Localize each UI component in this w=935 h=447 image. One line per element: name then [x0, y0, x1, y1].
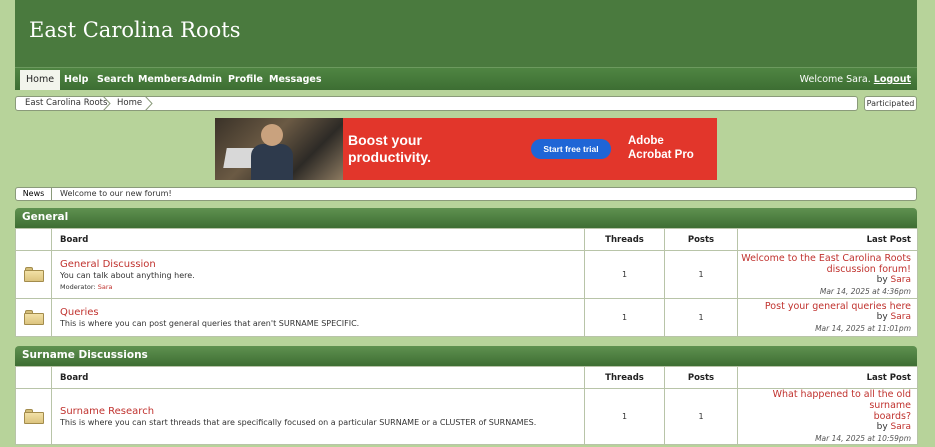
table-row: General Discussion You can talk about an…: [15, 250, 918, 299]
site-title[interactable]: East Carolina Roots: [29, 18, 240, 42]
board-link[interactable]: General Discussion: [60, 259, 156, 270]
thread-count: 1: [584, 298, 665, 337]
breadcrumb-item-home[interactable]: Home: [117, 97, 142, 110]
last-post-date: Mar 14, 2025 at 10:59pm: [815, 434, 911, 443]
column-posts: Posts: [664, 228, 738, 251]
last-post-author: by Sara: [876, 274, 911, 285]
last-post-user-link[interactable]: Sara: [891, 422, 911, 432]
table-header: Board Threads Posts Last Post: [15, 228, 918, 251]
thread-count: 1: [584, 388, 665, 445]
site-header: East Carolina Roots: [15, 0, 917, 67]
last-post-user-link[interactable]: Sara: [891, 275, 911, 285]
folder-icon: [23, 310, 44, 325]
last-post-link[interactable]: Welcome to the East Carolina Roots discu…: [738, 253, 911, 275]
logout-link[interactable]: Logout: [874, 74, 911, 85]
board-description: This is where you can post general queri…: [60, 319, 360, 328]
category-general: General Board Threads Posts Last Post Ge…: [15, 208, 918, 337]
main-nav: Home Help Search Members Admin Profile M…: [15, 67, 917, 90]
advertisement-banner[interactable]: Boost your productivity. Start free tria…: [215, 118, 717, 180]
participated-button[interactable]: Participated: [864, 96, 917, 111]
moderator-line: Moderator: Sara: [60, 282, 113, 291]
chevron-right-icon: [102, 96, 111, 111]
table-header: Board Threads Posts Last Post: [15, 366, 918, 389]
last-post-date: Mar 14, 2025 at 4:36pm: [819, 286, 911, 296]
last-post-user-link[interactable]: Sara: [891, 312, 911, 322]
post-count: 1: [664, 298, 738, 337]
folder-icon: [23, 409, 44, 424]
board-table: Board Threads Posts Last Post Surname Re…: [15, 366, 918, 445]
last-post-link[interactable]: What happened to all the old surname boa…: [738, 389, 911, 422]
news-label: News: [16, 188, 52, 200]
column-posts: Posts: [664, 366, 738, 389]
board-link[interactable]: Queries: [60, 307, 99, 318]
news-bar: News Welcome to our new forum!: [15, 187, 917, 201]
ad-brand-logo: Adobe Acrobat Pro: [628, 135, 694, 161]
board-description: This is where you can start threads that…: [60, 418, 537, 427]
last-post-date: Mar 14, 2025 at 11:01pm: [815, 324, 911, 333]
nav-home[interactable]: Home: [20, 70, 61, 90]
category-surname-discussions: Surname Discussions Board Threads Posts …: [15, 346, 918, 445]
nav-profile[interactable]: Profile: [222, 70, 269, 90]
column-last-post: Last Post: [737, 228, 918, 251]
board-table: Board Threads Posts Last Post General Di…: [15, 228, 918, 337]
board-description: You can talk about anything here.: [60, 270, 195, 280]
breadcrumb-item-site[interactable]: East Carolina Roots: [25, 97, 107, 110]
chevron-right-icon: [144, 96, 153, 111]
board-link[interactable]: Surname Research: [60, 406, 154, 417]
column-last-post: Last Post: [737, 366, 918, 389]
nav-help[interactable]: Help: [58, 70, 94, 90]
welcome-text: Welcome Sara.: [799, 74, 871, 85]
post-count: 1: [664, 388, 738, 445]
column-board: Board: [51, 228, 585, 251]
folder-icon: [23, 267, 44, 282]
column-board: Board: [51, 366, 585, 389]
welcome-message: Welcome Sara. Logout: [800, 70, 911, 90]
category-title[interactable]: Surname Discussions: [15, 346, 917, 366]
last-post-link[interactable]: Post your general queries here: [738, 301, 911, 312]
ad-cta-button[interactable]: Start free trial: [531, 139, 611, 159]
table-row: Surname Research This is where you can s…: [15, 388, 918, 445]
breadcrumb: East Carolina Roots Home: [15, 96, 858, 111]
last-post-author: by Sara: [876, 422, 911, 432]
ad-photo: [215, 118, 343, 180]
thread-count: 1: [584, 250, 665, 299]
column-threads: Threads: [584, 228, 665, 251]
post-count: 1: [664, 250, 738, 299]
moderator-link[interactable]: Sara: [98, 283, 113, 291]
table-row: Queries This is where you can post gener…: [15, 298, 918, 337]
ad-headline: Boost your productivity.: [348, 132, 431, 165]
nav-messages[interactable]: Messages: [263, 70, 328, 90]
category-title[interactable]: General: [15, 208, 917, 228]
last-post-author: by Sara: [876, 312, 911, 322]
news-text: Welcome to our new forum!: [60, 189, 172, 198]
column-threads: Threads: [584, 366, 665, 389]
